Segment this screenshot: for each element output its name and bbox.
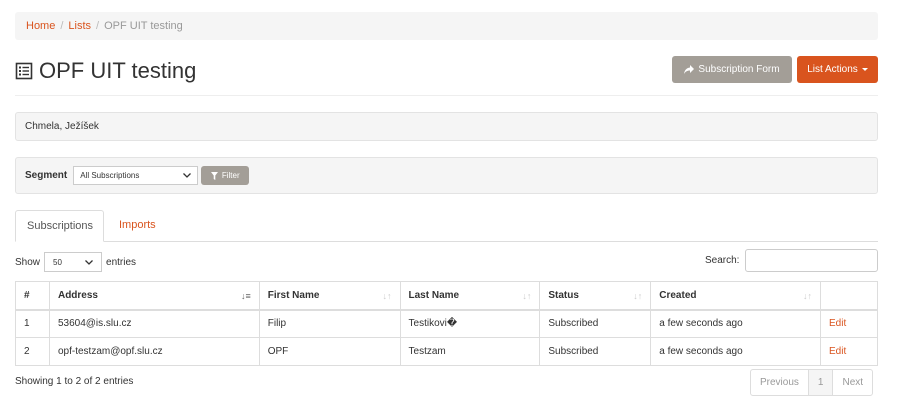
sort-icon: ↓↑ <box>382 291 392 301</box>
entries-label: entries <box>106 256 137 268</box>
filter-label: Filter <box>221 171 240 180</box>
page-title: OPF UIT testing <box>15 58 196 84</box>
chevron-down-icon <box>183 173 192 178</box>
cell-address: 53604@is.slu.cz <box>48 309 260 338</box>
segment-selected-value: All Subscriptions <box>80 171 140 180</box>
table-controls: Show 50 entries Search: <box>15 249 878 272</box>
sort-icon: ↓↑ <box>633 291 643 301</box>
subscription-form-button[interactable]: Subscription Form <box>672 56 792 83</box>
segment-select[interactable]: All Subscriptions <box>73 166 199 185</box>
cell-first-name: OPF <box>258 337 401 366</box>
sort-icon: ↓↑ <box>522 291 532 301</box>
cell-status: Subscribed <box>539 309 652 338</box>
table-row: 1 53604@is.slu.cz Filip Testikovi� Subsc… <box>15 309 878 338</box>
column-header-label: Status <box>548 289 579 301</box>
cell-created: a few seconds ago <box>650 337 821 366</box>
subscription-form-label: Subscription Form <box>698 64 780 75</box>
caret-down-icon <box>861 68 868 71</box>
column-header-address[interactable]: Address ↓≡ <box>48 281 260 311</box>
list-owners: Chmela, Ježíšek <box>15 112 878 141</box>
entries-length-select[interactable]: 50 <box>44 252 103 272</box>
cell-actions: Edit <box>820 309 878 338</box>
breadcrumb-lists-link[interactable]: Lists <box>68 20 91 32</box>
breadcrumb-home-link[interactable]: Home <box>26 20 55 32</box>
table-info: Showing 1 to 2 of 2 entries <box>15 376 134 387</box>
tab-imports[interactable]: Imports <box>108 210 167 242</box>
column-header-created[interactable]: Created ↓↑ <box>650 281 821 311</box>
cell-last-name: Testikovi� <box>399 309 541 338</box>
cell-number: 2 <box>15 337 50 366</box>
show-label: Show <box>15 256 41 268</box>
column-header-label: Created <box>659 289 697 301</box>
column-header-number[interactable]: # <box>15 281 50 311</box>
list-actions-label: List Actions <box>807 64 858 75</box>
pagination-page-1[interactable]: 1 <box>807 370 834 395</box>
filter-icon <box>210 171 218 180</box>
column-header-first-name[interactable]: First Name ↓↑ <box>258 281 401 311</box>
pagination-next[interactable]: Next <box>833 370 872 395</box>
breadcrumb: Home / Lists / OPF UIT testing <box>15 12 878 40</box>
segment-label: Segment <box>25 170 68 181</box>
page-header: OPF UIT testing Subscription Form List A… <box>15 54 878 96</box>
cell-address: opf-testzam@opf.slu.cz <box>48 337 260 366</box>
column-header-last-name[interactable]: Last Name ↓↑ <box>399 281 541 311</box>
column-header-label: Address <box>57 289 98 301</box>
entries-length-value: 50 <box>53 257 62 267</box>
page-title-text: OPF UIT testing <box>39 58 197 83</box>
pagination: Previous 1 Next <box>750 369 874 396</box>
column-header-status[interactable]: Status ↓↑ <box>539 281 652 311</box>
column-header-actions <box>820 281 878 311</box>
cell-last-name: Testzam <box>399 337 541 366</box>
column-header-label: First Name <box>267 289 320 301</box>
list-icon <box>15 62 33 80</box>
pagination-previous[interactable]: Previous <box>751 370 808 395</box>
share-icon <box>684 65 695 74</box>
cell-number: 1 <box>15 309 50 338</box>
table-row: 2 opf-testzam@opf.slu.cz OPF Testzam Sub… <box>15 337 878 366</box>
cell-actions: Edit <box>820 337 878 366</box>
cell-status: Subscribed <box>539 337 652 366</box>
breadcrumb-separator: / <box>96 20 100 32</box>
edit-link[interactable]: Edit <box>829 318 846 329</box>
cell-first-name: Filip <box>258 309 401 338</box>
segment-filter-bar: Segment All Subscriptions Filter <box>15 157 878 194</box>
list-actions-button[interactable]: List Actions <box>797 56 878 83</box>
tab-bar: Subscriptions Imports <box>15 210 878 242</box>
sort-ascending-icon: ↓≡ <box>240 291 251 301</box>
cell-created: a few seconds ago <box>650 309 821 338</box>
search-input[interactable] <box>745 249 878 272</box>
filter-button[interactable]: Filter <box>201 166 250 185</box>
sort-icon: ↓↑ <box>803 291 812 301</box>
chevron-down-icon <box>85 259 93 265</box>
breadcrumb-separator: / <box>60 20 64 32</box>
breadcrumb-current: OPF UIT testing <box>104 20 183 32</box>
column-header-label: Last Name <box>408 289 460 301</box>
edit-link[interactable]: Edit <box>829 346 846 357</box>
tab-subscriptions[interactable]: Subscriptions <box>15 210 104 242</box>
column-header-label: # <box>24 289 30 301</box>
table-header-row: # Address ↓≡ First Name ↓↑ Last Name ↓↑ Sta… <box>15 281 878 311</box>
search-label: Search: <box>705 255 740 266</box>
subscriptions-table: # Address ↓≡ First Name ↓↑ Last Name ↓↑ Sta… <box>15 281 878 366</box>
